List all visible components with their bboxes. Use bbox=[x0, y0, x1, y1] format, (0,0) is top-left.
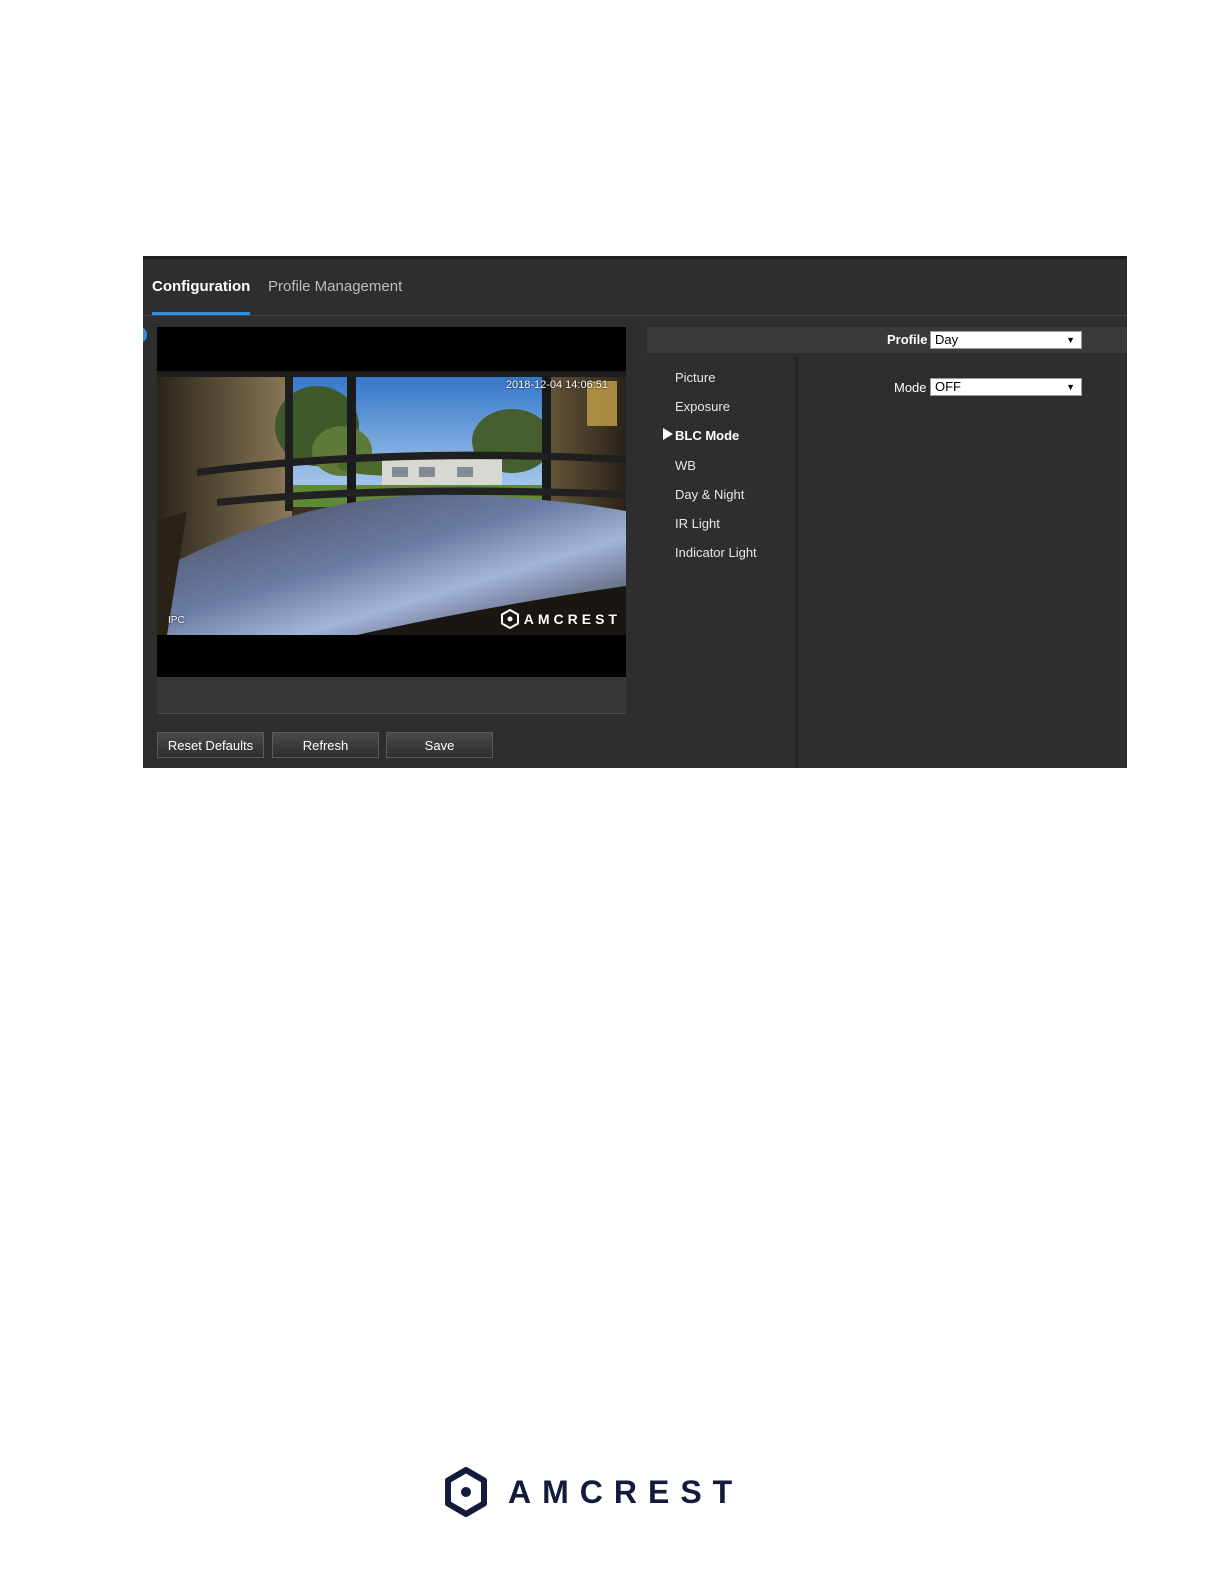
profile-select[interactable]: Day ▼ bbox=[930, 331, 1082, 349]
menu-item-exposure[interactable]: Exposure bbox=[675, 399, 730, 414]
camera-feed-image: 2018-12-04 14:06:51 IPC AMCREST bbox=[157, 371, 626, 635]
chevron-down-icon: ▼ bbox=[1066, 382, 1075, 392]
camera-settings-window: Configuration Profile Management 2018-12… bbox=[143, 256, 1127, 768]
tab-configuration[interactable]: Configuration bbox=[152, 259, 251, 315]
menu-item-wb[interactable]: WB bbox=[675, 458, 696, 473]
menu-item-ir-light[interactable]: IR Light bbox=[675, 516, 720, 531]
refresh-button[interactable]: Refresh bbox=[272, 732, 379, 758]
menu-item-picture[interactable]: Picture bbox=[675, 370, 715, 385]
menu-item-blc-mode[interactable]: BLC Mode bbox=[675, 428, 739, 443]
mode-select[interactable]: OFF ▼ bbox=[930, 378, 1082, 396]
menu-item-indicator-light[interactable]: Indicator Light bbox=[675, 545, 757, 560]
preview-control-bar bbox=[157, 677, 626, 714]
live-preview: 2018-12-04 14:06:51 IPC AMCREST bbox=[157, 327, 626, 677]
footer-logo: AMCREST bbox=[444, 1466, 743, 1518]
reset-defaults-button[interactable]: Reset Defaults bbox=[157, 732, 264, 758]
side-handle[interactable] bbox=[143, 328, 147, 342]
mode-select-value: OFF bbox=[935, 379, 961, 394]
profile-label: Profile bbox=[887, 332, 928, 347]
profile-select-value: Day bbox=[935, 332, 959, 347]
footer-brand-text: AMCREST bbox=[508, 1473, 744, 1510]
amcrest-hexagon-icon bbox=[445, 1467, 487, 1517]
mode-label: Mode bbox=[894, 380, 927, 395]
menu-item-day-night[interactable]: Day & Night bbox=[675, 487, 744, 502]
save-button[interactable]: Save bbox=[386, 732, 493, 758]
camera-feed-scene bbox=[157, 371, 626, 635]
chevron-down-icon: ▼ bbox=[1066, 335, 1075, 345]
tab-profile-management[interactable]: Profile Management bbox=[268, 259, 402, 315]
tab-bar: Configuration Profile Management bbox=[143, 259, 1127, 316]
triangle-right-icon bbox=[663, 428, 673, 440]
menu-divider bbox=[795, 356, 798, 768]
